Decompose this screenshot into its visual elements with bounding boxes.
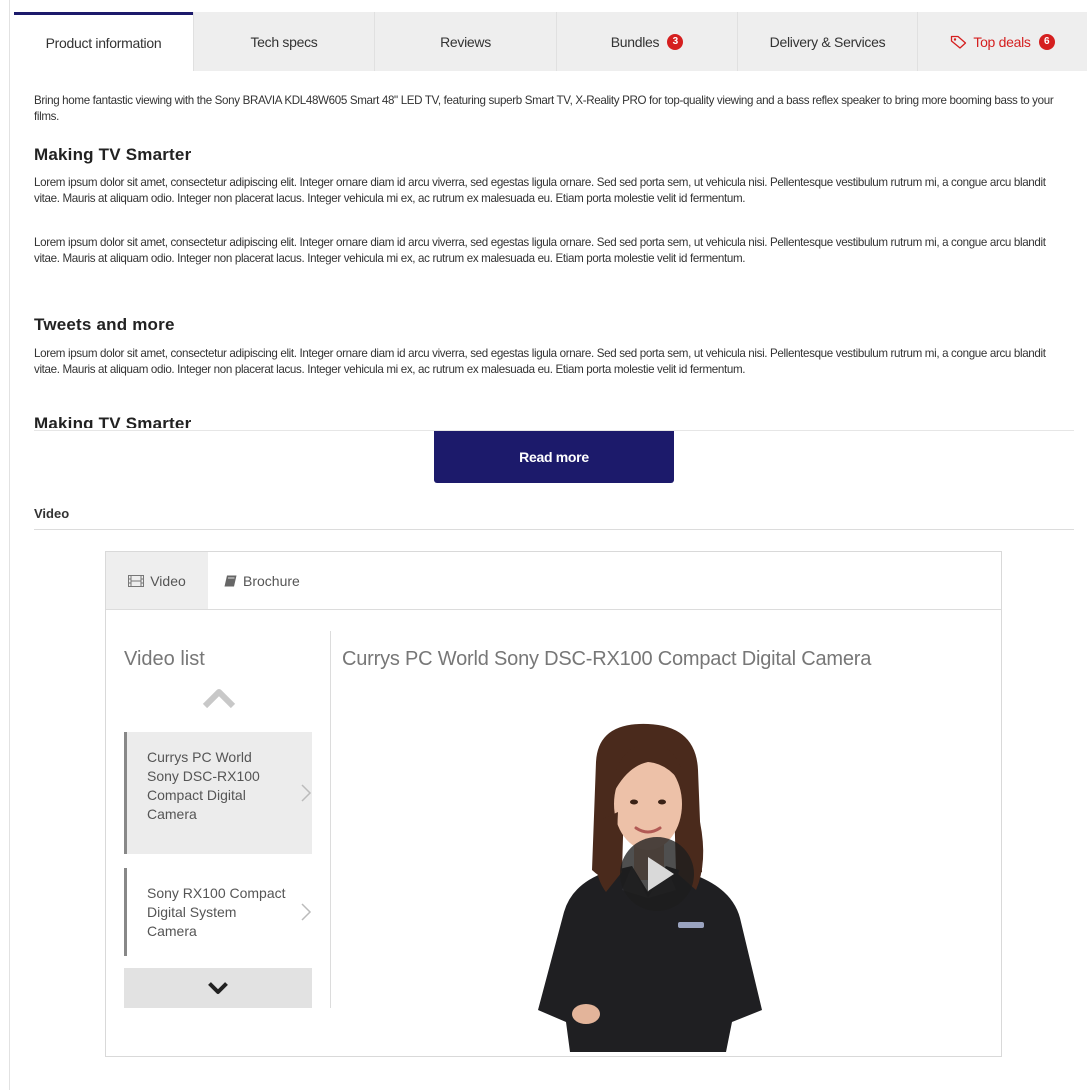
- read-more-button[interactable]: Read more: [434, 431, 674, 483]
- widget-tab-label: Video: [150, 572, 186, 589]
- body-paragraph: Lorem ipsum dolor sit amet, consectetur …: [34, 176, 1046, 205]
- tab-product-information[interactable]: Product information: [14, 12, 193, 71]
- tab-label: Reviews: [440, 33, 491, 50]
- body-paragraph: Lorem ipsum dolor sit amet, consectetur …: [34, 236, 1046, 265]
- widget-tabs: Video Brochure: [106, 552, 1001, 610]
- video-section-divider: [34, 529, 1074, 530]
- chevron-right-icon: [301, 784, 312, 802]
- tag-icon: [951, 35, 967, 49]
- body-paragraph: Lorem ipsum dolor sit amet, consectetur …: [34, 347, 1046, 376]
- video-list-item[interactable]: Currys PC World Sony DSC-RX100 Compact D…: [124, 732, 312, 854]
- video-panel-divider: [330, 631, 331, 1008]
- widget-tab-label: Brochure: [243, 572, 300, 589]
- section-heading-truncated: Making TV Smarter: [34, 414, 192, 428]
- widget-tab-brochure[interactable]: Brochure: [224, 552, 300, 609]
- intro-paragraph: Bring home fantastic viewing with the So…: [34, 94, 1054, 123]
- page-left-border: [9, 0, 10, 1090]
- tab-bundles[interactable]: Bundles 3: [556, 12, 737, 71]
- section-heading: Tweets and more: [34, 315, 175, 334]
- tab-tech-specs[interactable]: Tech specs: [193, 12, 374, 71]
- video-list-item[interactable]: Sony RX100 Compact Digital System Camera: [124, 868, 312, 956]
- play-icon[interactable]: [617, 834, 697, 914]
- video-list-title: Video list: [124, 648, 205, 670]
- top-deals-count-badge: 6: [1038, 33, 1055, 50]
- tab-delivery-services[interactable]: Delivery & Services: [737, 12, 917, 71]
- scroll-down-button[interactable]: [124, 968, 312, 1008]
- bundles-count-badge: 3: [667, 33, 684, 50]
- current-video-title: Currys PC World Sony DSC-RX100 Compact D…: [342, 648, 872, 670]
- tab-label: Delivery & Services: [769, 33, 886, 50]
- tab-reviews[interactable]: Reviews: [374, 12, 556, 71]
- tab-label: Tech specs: [250, 33, 318, 50]
- film-icon: [128, 574, 145, 587]
- chevron-up-icon[interactable]: [202, 688, 236, 708]
- tab-label: Product information: [45, 35, 162, 51]
- video-widget: Video Brochure Video list Currys PC Worl…: [105, 551, 1002, 1057]
- book-icon: [224, 575, 237, 586]
- section-heading: Making TV Smarter: [34, 145, 192, 164]
- product-tabs: Product information Tech specs Reviews B…: [14, 12, 1087, 71]
- video-item-title: Currys PC World Sony DSC-RX100 Compact D…: [147, 749, 260, 822]
- tab-top-deals[interactable]: Top deals 6: [917, 12, 1087, 71]
- chevron-down-icon: [208, 982, 228, 994]
- widget-tab-video[interactable]: Video: [106, 552, 208, 609]
- tab-label: Bundles: [610, 33, 660, 50]
- chevron-right-icon: [301, 903, 312, 921]
- video-section-heading: Video: [34, 506, 70, 521]
- tab-label: Top deals: [973, 33, 1031, 50]
- video-item-title: Sony RX100 Compact Digital System Camera: [147, 885, 286, 939]
